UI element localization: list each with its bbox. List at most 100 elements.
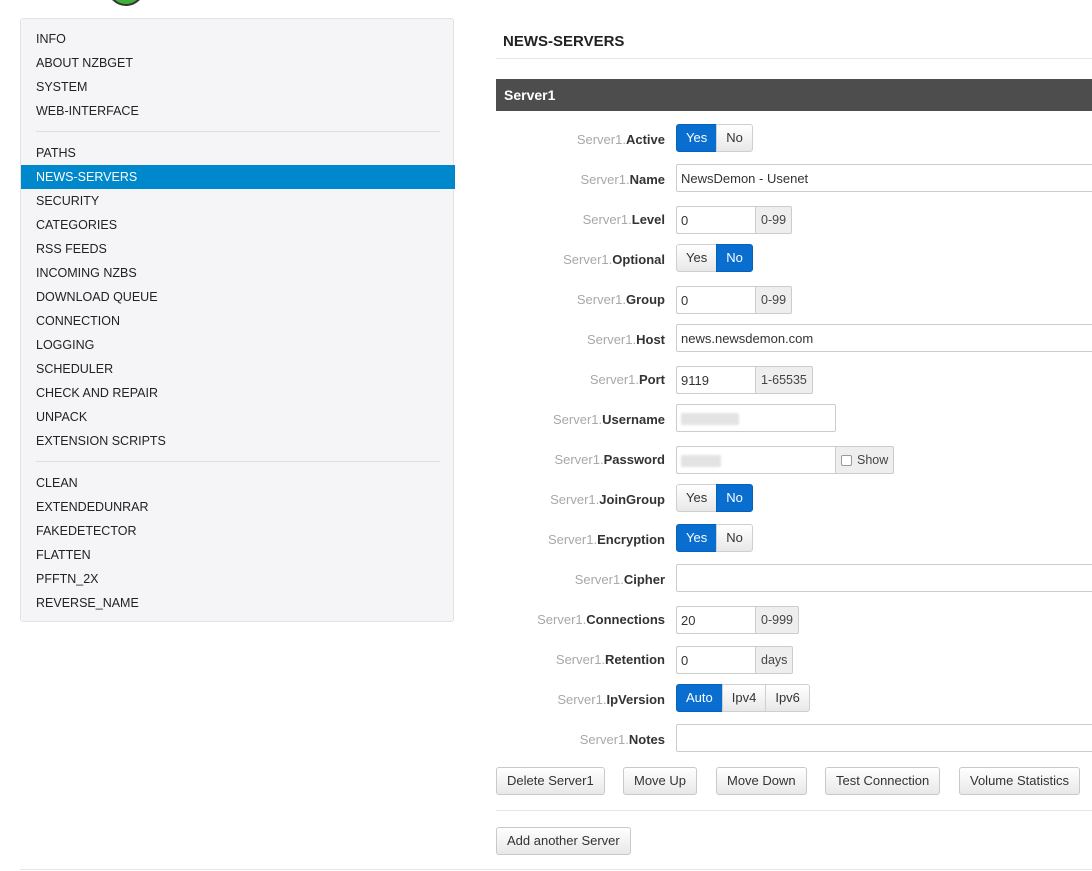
title-divider [496,58,1092,59]
form-row-retention: Server1.Retention days [496,644,1092,676]
sidebar-item-incoming-nzbs[interactable]: INCOMING NZBS [21,261,455,285]
form-row-host: Server1.Host [496,324,1092,356]
field-label: Server1.Password [554,452,665,467]
sidebar-item-news-servers[interactable]: NEWS-SERVERS [21,165,455,189]
sidebar-item-check-and-repair[interactable]: CHECK AND REPAIR [21,381,455,405]
ipversion-auto-button[interactable]: Auto [676,684,723,712]
volume-statistics-button[interactable]: Volume Statistics [959,767,1080,795]
move-up-button[interactable]: Move Up [623,767,698,795]
redacted-password [681,454,721,467]
retention-input[interactable] [676,646,756,674]
sidebar-item-extendedunrar[interactable]: EXTENDEDUNRAR [21,495,455,519]
form-row-username: Server1.Username [496,404,1092,436]
sidebar-divider [36,461,440,462]
field-label: Server1.Port [589,372,665,387]
form-row-encryption: Server1.Encryption Yes No [496,524,1092,556]
joingroup-yes-button[interactable]: Yes [676,484,718,512]
sidebar-item-clean[interactable]: CLEAN [21,471,455,495]
port-input[interactable] [676,366,756,394]
sidebar-item-fakedetector[interactable]: FAKEDETECTOR [21,519,455,543]
logo-icon [107,0,145,6]
level-range-addon: 0-99 [756,206,793,234]
connections-input[interactable] [676,606,756,634]
form-row-optional: Server1.Optional Yes No [496,244,1092,276]
field-label: Server1.Encryption [547,532,665,547]
form-row-port: Server1.Port 1-65535 [496,364,1092,396]
host-input[interactable] [676,324,1092,352]
sidebar-item-extension-scripts[interactable]: EXTENSION SCRIPTS [21,429,455,453]
joingroup-no-button[interactable]: No [716,484,753,512]
field-label: Server1.Optional [563,252,665,267]
section-header: Server1 [496,79,1092,111]
footer-divider [20,869,1092,870]
notes-input[interactable] [676,724,1092,752]
group-input[interactable] [676,286,756,314]
form-row-notes: Server1.Notes [496,724,1092,756]
retention-unit-addon: days [756,646,794,674]
connections-range-addon: 0-999 [756,606,799,634]
field-label: Server1.Retention [555,652,665,667]
field-label: Server1.Name [580,172,665,187]
sidebar-item-scheduler[interactable]: SCHEDULER [21,357,455,381]
field-label: Server1.Connections [537,612,665,627]
active-yes-button[interactable]: Yes [676,124,718,152]
form-row-group: Server1.Group 0-99 [496,284,1092,316]
level-input[interactable] [676,206,756,234]
settings-sidebar: INFO ABOUT NZBGET SYSTEM WEB-INTERFACE P… [20,18,455,622]
sidebar-item-paths[interactable]: PATHS [21,141,455,165]
show-password-checkbox[interactable] [841,454,852,466]
sidebar-item-flatten[interactable]: FLATTEN [21,543,455,567]
ipversion-ipv6-button[interactable]: Ipv6 [765,684,810,712]
encryption-yes-button[interactable]: Yes [676,524,718,552]
active-toggle: Yes No [676,124,753,156]
sidebar-item-web-interface[interactable]: WEB-INTERFACE [21,99,455,123]
field-label: Server1.Cipher [574,572,665,587]
sidebar-item-connection[interactable]: CONNECTION [21,309,455,333]
page-title: NEWS-SERVERS [503,33,625,50]
redacted-username [681,412,739,425]
sidebar-item-system[interactable]: SYSTEM [21,75,455,99]
sidebar-item-categories[interactable]: CATEGORIES [21,213,455,237]
delete-server-button[interactable]: Delete Server1 [496,767,605,795]
sidebar-item-security[interactable]: SECURITY [21,189,455,213]
sidebar-divider [36,131,440,132]
form-row-level: Server1.Level 0-99 [496,204,1092,236]
password-input[interactable] [676,446,836,474]
optional-yes-button[interactable]: Yes [676,244,718,272]
sidebar-item-reverse-name[interactable]: REVERSE_NAME [21,591,455,615]
active-no-button[interactable]: No [716,124,753,152]
encryption-no-button[interactable]: No [716,524,753,552]
group-range-addon: 0-99 [756,286,793,314]
field-label: Server1.IpVersion [557,692,665,707]
encryption-toggle: Yes No [676,524,753,556]
field-label: Server1.JoinGroup [550,492,665,507]
form-row-active: Server1.Active Yes No [496,124,1092,156]
optional-no-button[interactable]: No [716,244,753,272]
test-connection-button[interactable]: Test Connection [825,767,941,795]
actions-divider [496,810,1092,811]
sidebar-item-logging[interactable]: LOGGING [21,333,455,357]
sidebar-item-download-queue[interactable]: DOWNLOAD QUEUE [21,285,455,309]
add-server-button[interactable]: Add another Server [496,827,631,855]
sidebar-item-rss-feeds[interactable]: RSS FEEDS [21,237,455,261]
cipher-input[interactable] [676,564,1092,592]
field-label: Server1.Notes [579,732,665,747]
ipversion-ipv4-button[interactable]: Ipv4 [721,684,767,712]
move-down-button[interactable]: Move Down [716,767,807,795]
field-label: Server1.Active [576,132,665,147]
name-input[interactable] [676,164,1092,192]
joingroup-toggle: Yes No [676,484,753,516]
ipversion-toggle: Auto Ipv4 Ipv6 [676,684,810,716]
form-row-ipversion: Server1.IpVersion Auto Ipv4 Ipv6 [496,684,1092,716]
optional-toggle: Yes No [676,244,753,276]
form-row-joingroup: Server1.JoinGroup Yes No [496,484,1092,516]
field-label: Server1.Group [576,292,665,307]
username-input[interactable] [676,404,836,432]
sidebar-item-info[interactable]: INFO [21,27,455,51]
sidebar-item-about-nzbget[interactable]: ABOUT NZBGET [21,51,455,75]
sidebar-item-pfftn-2x[interactable]: PFFTN_2X [21,567,455,591]
port-range-addon: 1-65535 [756,366,813,394]
field-label: Server1.Host [586,332,665,347]
sidebar-item-unpack[interactable]: UNPACK [21,405,455,429]
show-password-toggle[interactable]: Show [836,446,895,474]
